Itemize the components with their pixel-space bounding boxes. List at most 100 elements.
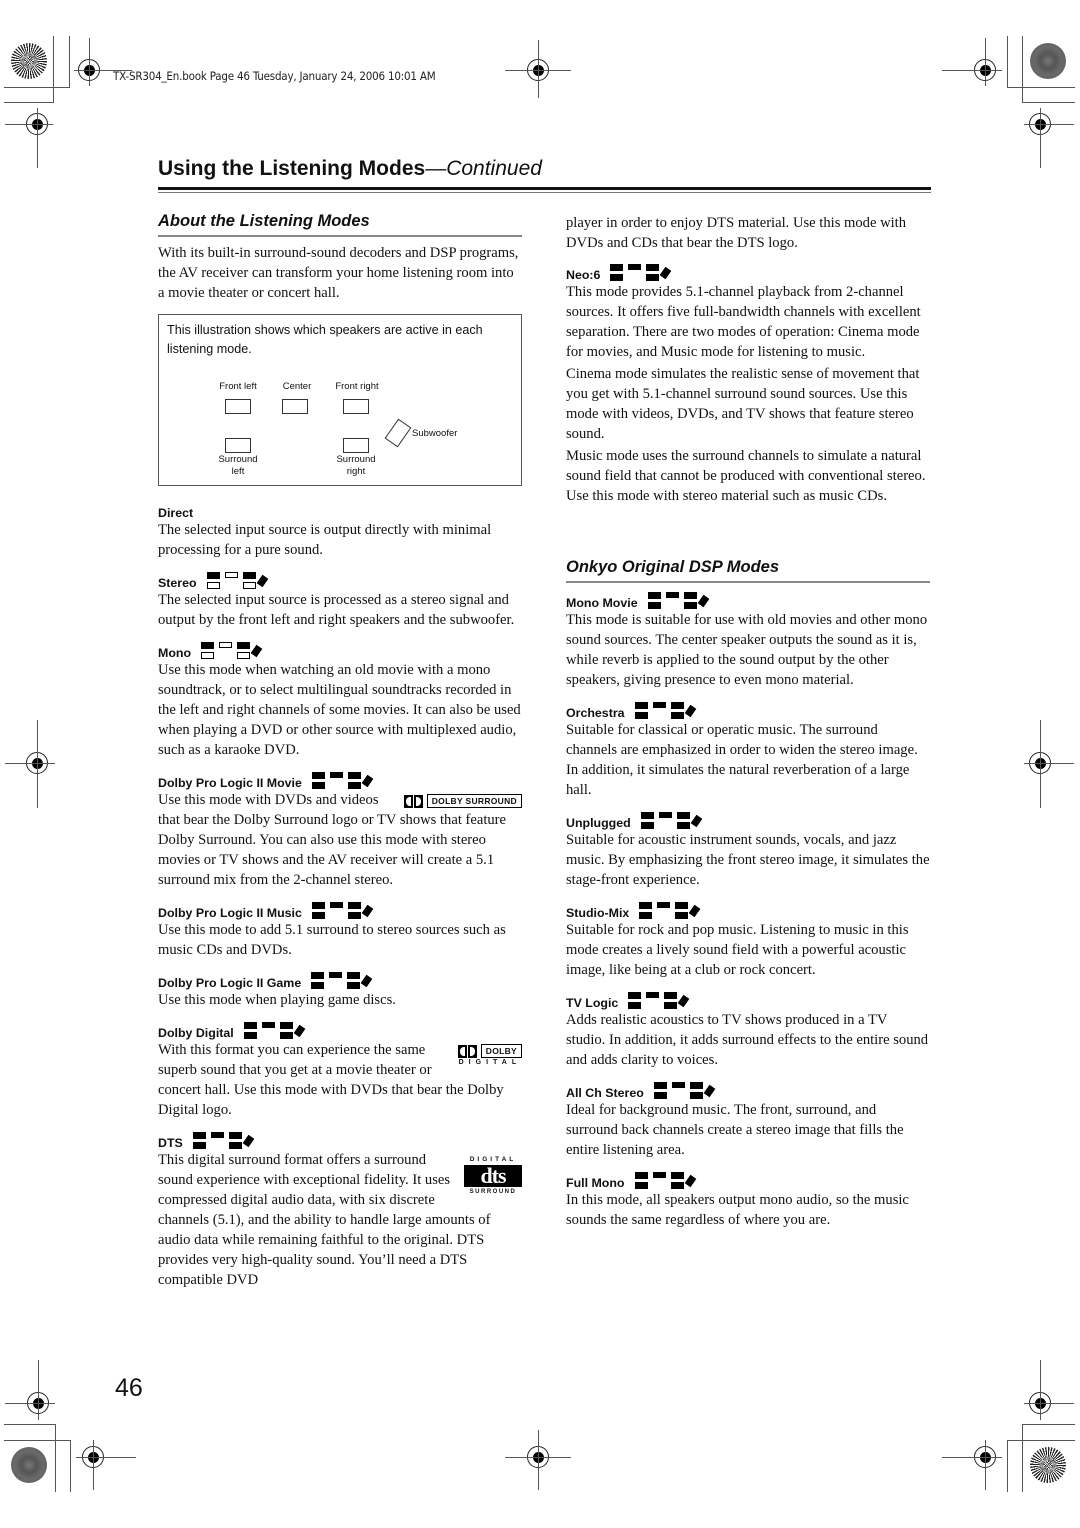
- speaker-subwoofer-active-icon: [256, 574, 268, 588]
- speaker-surround-left-active-icon: [311, 782, 325, 789]
- crop-line: [942, 70, 1002, 71]
- label-text: right: [346, 466, 366, 477]
- crop-line: [1024, 1403, 1074, 1404]
- crop-line: [76, 1457, 136, 1458]
- crop-line: [70, 1440, 71, 1492]
- mode-title-text: Orchestra: [566, 706, 625, 720]
- speaker-surround-left-active-icon: [634, 1182, 648, 1189]
- label-front-left: Front left: [219, 381, 257, 392]
- crop-line: [1024, 124, 1074, 125]
- crop-line: [1007, 87, 1075, 88]
- speaker-front-right-active-icon: [670, 1172, 684, 1179]
- label-text: Surround: [336, 454, 376, 465]
- crop-line: [93, 1440, 94, 1490]
- registration-starburst-icon: [1030, 1447, 1066, 1483]
- mode-title: Mono Movie: [566, 591, 930, 610]
- crop-line: [1022, 36, 1023, 102]
- speaker-activity-icon: [653, 1082, 716, 1100]
- speaker-activity-icon: [628, 992, 690, 1010]
- registration-disc-icon: [11, 1447, 47, 1483]
- mode-title: Dolby Pro Logic II Game: [158, 971, 522, 990]
- speaker-center-inactive-icon: [219, 642, 233, 648]
- mode-description: Adds realistic acoustics to TV shows pro…: [566, 1012, 929, 1068]
- speaker-center-active-icon: [261, 1022, 275, 1028]
- mode-title-text: Direct: [158, 506, 194, 520]
- speaker-surround-left-inactive-icon: [201, 652, 215, 659]
- mode-orchestra: Orchestra Suitable for classical or oper…: [566, 701, 930, 800]
- speaker-front-left-active-icon: [640, 812, 654, 819]
- speaker-front-right-icon: [343, 399, 369, 414]
- mode-mono: Mono Use this mode when watching an old …: [158, 641, 522, 760]
- crop-line: [37, 108, 38, 168]
- speaker-front-right-active-icon: [676, 812, 690, 819]
- speaker-center-active-icon: [665, 592, 679, 598]
- speaker-activity-icon: [192, 1132, 255, 1150]
- mode-description: The selected input source is output dire…: [158, 522, 492, 558]
- right-column: player in order to enjoy DTS material. U…: [566, 213, 930, 1230]
- mode-title-text: Stereo: [158, 576, 197, 590]
- subwoofer-icon: [384, 418, 412, 448]
- speaker-center-icon: [282, 399, 308, 414]
- speaker-surround-left-active-icon: [628, 1002, 642, 1009]
- speaker-surround-right-active-icon: [683, 602, 697, 609]
- crop-line: [4, 102, 54, 103]
- speaker-activity-icon: [634, 702, 697, 720]
- speaker-surround-right-active-icon: [347, 982, 361, 989]
- speaker-activity-icon: [206, 572, 269, 590]
- dts-digital-surround-logo: DIGITAL dts SURROUND: [464, 1156, 522, 1195]
- print-header-note: TX-SR304_En.book Page 46 Tuesday, Januar…: [113, 69, 436, 83]
- crop-line: [5, 763, 55, 764]
- speaker-front-left-active-icon: [206, 572, 220, 579]
- mode-dolby-pro-logic-ii-movie: Dolby Pro Logic II Movie DOLBY SURROUND …: [158, 771, 522, 890]
- mode-title-text: Mono: [158, 646, 192, 660]
- speaker-front-right-active-icon: [664, 992, 678, 999]
- speaker-surround-right-icon: [343, 438, 369, 453]
- mode-dolby-pro-logic-ii-music: Dolby Pro Logic II Music Use this mode t…: [158, 901, 522, 960]
- dts-logo-bottom: SURROUND: [469, 1189, 517, 1195]
- crop-line: [89, 38, 90, 86]
- speaker-surround-left-active-icon: [192, 1142, 206, 1149]
- mode-title: TV Logic: [566, 991, 930, 1010]
- mode-description: This mode provides 5.1-channel playback …: [566, 284, 921, 360]
- speaker-front-left-active-icon: [192, 1132, 206, 1139]
- mode-description: Cinema mode simulates the realistic sens…: [566, 366, 920, 442]
- speaker-front-left-active-icon: [610, 264, 624, 271]
- speaker-front-left-active-icon: [639, 902, 653, 909]
- speaker-front-right-active-icon: [675, 902, 689, 909]
- crop-line: [1040, 720, 1041, 808]
- speaker-surround-left-active-icon: [243, 1032, 257, 1039]
- section-heading-onkyo-dsp: Onkyo Original DSP Modes: [566, 558, 930, 583]
- dolby-surround-logo-text: DOLBY SURROUND: [426, 794, 522, 808]
- mode-title: Stereo: [158, 571, 522, 590]
- speaker-surround-right-active-icon: [347, 782, 361, 789]
- crop-line: [4, 87, 70, 88]
- mode-description: Use this mode to add 5.1 surround to ste…: [158, 922, 506, 958]
- intro-paragraph: With its built-in surround-sound decoder…: [158, 245, 519, 301]
- speaker-surround-right-active-icon: [279, 1032, 293, 1039]
- label-center: Center: [282, 381, 312, 392]
- crop-line: [4, 1424, 56, 1425]
- speaker-center-active-icon: [657, 902, 671, 908]
- mode-neo6: Neo:6 This mode provides 5.1-channel pla…: [566, 263, 930, 506]
- speaker-surround-right-active-icon: [670, 712, 684, 719]
- mode-title-text: Full Mono: [566, 1176, 625, 1190]
- speaker-front-left-active-icon: [628, 992, 642, 999]
- mode-mono-movie: Mono Movie This mode is suitable for use…: [566, 591, 930, 690]
- speaker-surround-left-active-icon: [653, 1092, 667, 1099]
- mode-description: Ideal for background music. The front, s…: [566, 1102, 904, 1158]
- speaker-surround-left-active-icon: [610, 274, 624, 281]
- speaker-surround-right-active-icon: [676, 822, 690, 829]
- crop-line: [538, 1430, 539, 1490]
- mode-title-text: All Ch Stereo: [566, 1086, 644, 1100]
- speaker-subwoofer-active-icon: [697, 594, 709, 608]
- mode-title: All Ch Stereo: [566, 1081, 930, 1100]
- speaker-front-right-active-icon: [646, 264, 660, 271]
- mode-studio-mix: Studio-Mix Suitable for rock and pop mus…: [566, 901, 930, 980]
- speaker-illustration: This illustration shows which speakers a…: [158, 314, 522, 486]
- speaker-front-left-active-icon: [647, 592, 661, 599]
- speaker-surround-right-inactive-icon: [242, 582, 256, 589]
- speaker-surround-right-inactive-icon: [237, 652, 251, 659]
- mode-title: Direct: [158, 501, 522, 520]
- mode-title: Dolby Pro Logic II Movie: [158, 771, 522, 790]
- mode-title-text: Studio-Mix: [566, 906, 630, 920]
